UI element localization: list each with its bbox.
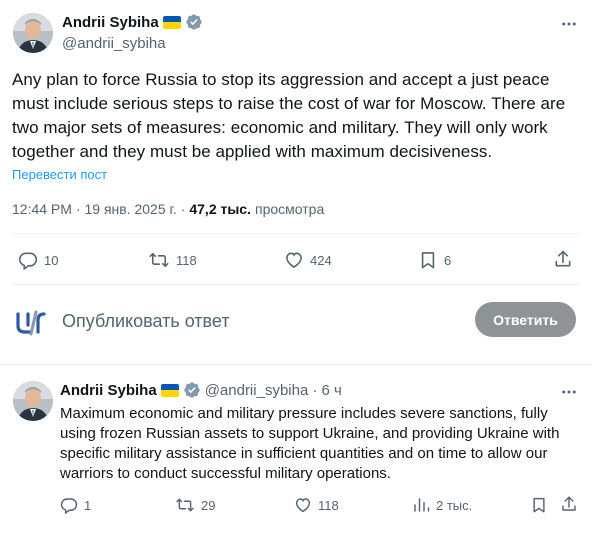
user-avatar-logo[interactable] [14, 310, 48, 336]
post-text: Any plan to force Russia to stop its agg… [12, 70, 566, 161]
repost-icon [149, 252, 169, 268]
divider [0, 364, 592, 365]
repost-count: 29 [201, 497, 216, 513]
reply-count: 1 [84, 497, 92, 513]
bookmark-button[interactable]: 6 [418, 250, 451, 270]
repost-count: 118 [176, 252, 197, 268]
repost-button[interactable]: 118 [148, 250, 197, 270]
repost-icon [176, 498, 194, 512]
more-options-button[interactable] [558, 13, 580, 35]
reply-icon [60, 498, 78, 514]
like-button[interactable]: 424 [284, 250, 332, 270]
post-time-ago[interactable]: · 6 ч [312, 382, 342, 399]
views-icon [414, 498, 430, 512]
ukraine-flag-icon [162, 15, 181, 29]
reply-input[interactable]: Опубликовать ответ [62, 311, 230, 332]
reply-composer: Опубликовать ответ Ответить [0, 298, 592, 346]
share-button[interactable] [553, 249, 573, 269]
verified-icon[interactable] [183, 381, 201, 399]
divider [12, 233, 580, 234]
more-options-button[interactable] [558, 381, 580, 403]
author-name[interactable]: Andrii Sybiha [62, 14, 159, 31]
repost-button[interactable]: 29 [175, 496, 215, 514]
share-icon [555, 250, 571, 267]
post-text: Maximum economic and military pressure i… [60, 405, 560, 482]
more-icon [562, 390, 576, 394]
author-avatar[interactable] [13, 381, 53, 421]
reply-count: 10 [44, 252, 59, 268]
author-avatar[interactable] [13, 13, 53, 53]
divider [12, 284, 580, 285]
bookmark-count: 6 [444, 252, 452, 268]
reply-button[interactable]: 1 [60, 496, 91, 514]
like-button[interactable]: 118 [294, 496, 339, 514]
views-count: 47,2 тыс. [189, 201, 251, 217]
reply-button[interactable]: 10 [18, 250, 58, 270]
author-handle[interactable]: @andrii_sybiha [62, 35, 166, 52]
bookmark-icon [533, 497, 545, 513]
like-icon [286, 252, 302, 269]
verified-icon[interactable] [185, 13, 203, 31]
ukraine-flag-icon [160, 383, 179, 397]
share-icon [562, 496, 576, 511]
reply-submit-button[interactable]: Ответить [475, 302, 576, 337]
views-button[interactable]: 2 тыс. [412, 496, 472, 514]
bookmark-button[interactable] [530, 496, 548, 514]
post-meta: 12:44 PM · 19 янв. 2025 г. · 47,2 тыс. п… [12, 201, 324, 217]
share-button[interactable] [560, 495, 578, 513]
like-count: 118 [318, 497, 339, 513]
like-count: 424 [310, 252, 332, 268]
post-date[interactable]: · 19 янв. 2025 г. · [76, 201, 185, 217]
bookmark-icon [421, 252, 435, 269]
author-handle[interactable]: @andrii_sybiha [205, 382, 309, 399]
like-icon [295, 498, 311, 513]
views-label: просмотра [255, 201, 325, 217]
author-name[interactable]: Andrii Sybiha [60, 382, 157, 399]
more-icon [562, 22, 576, 26]
translate-post-link[interactable]: Перевести пост [12, 167, 107, 182]
post-time[interactable]: 12:44 PM [12, 201, 72, 217]
reply-icon [18, 252, 38, 270]
views-count: 2 тыс. [436, 497, 473, 513]
